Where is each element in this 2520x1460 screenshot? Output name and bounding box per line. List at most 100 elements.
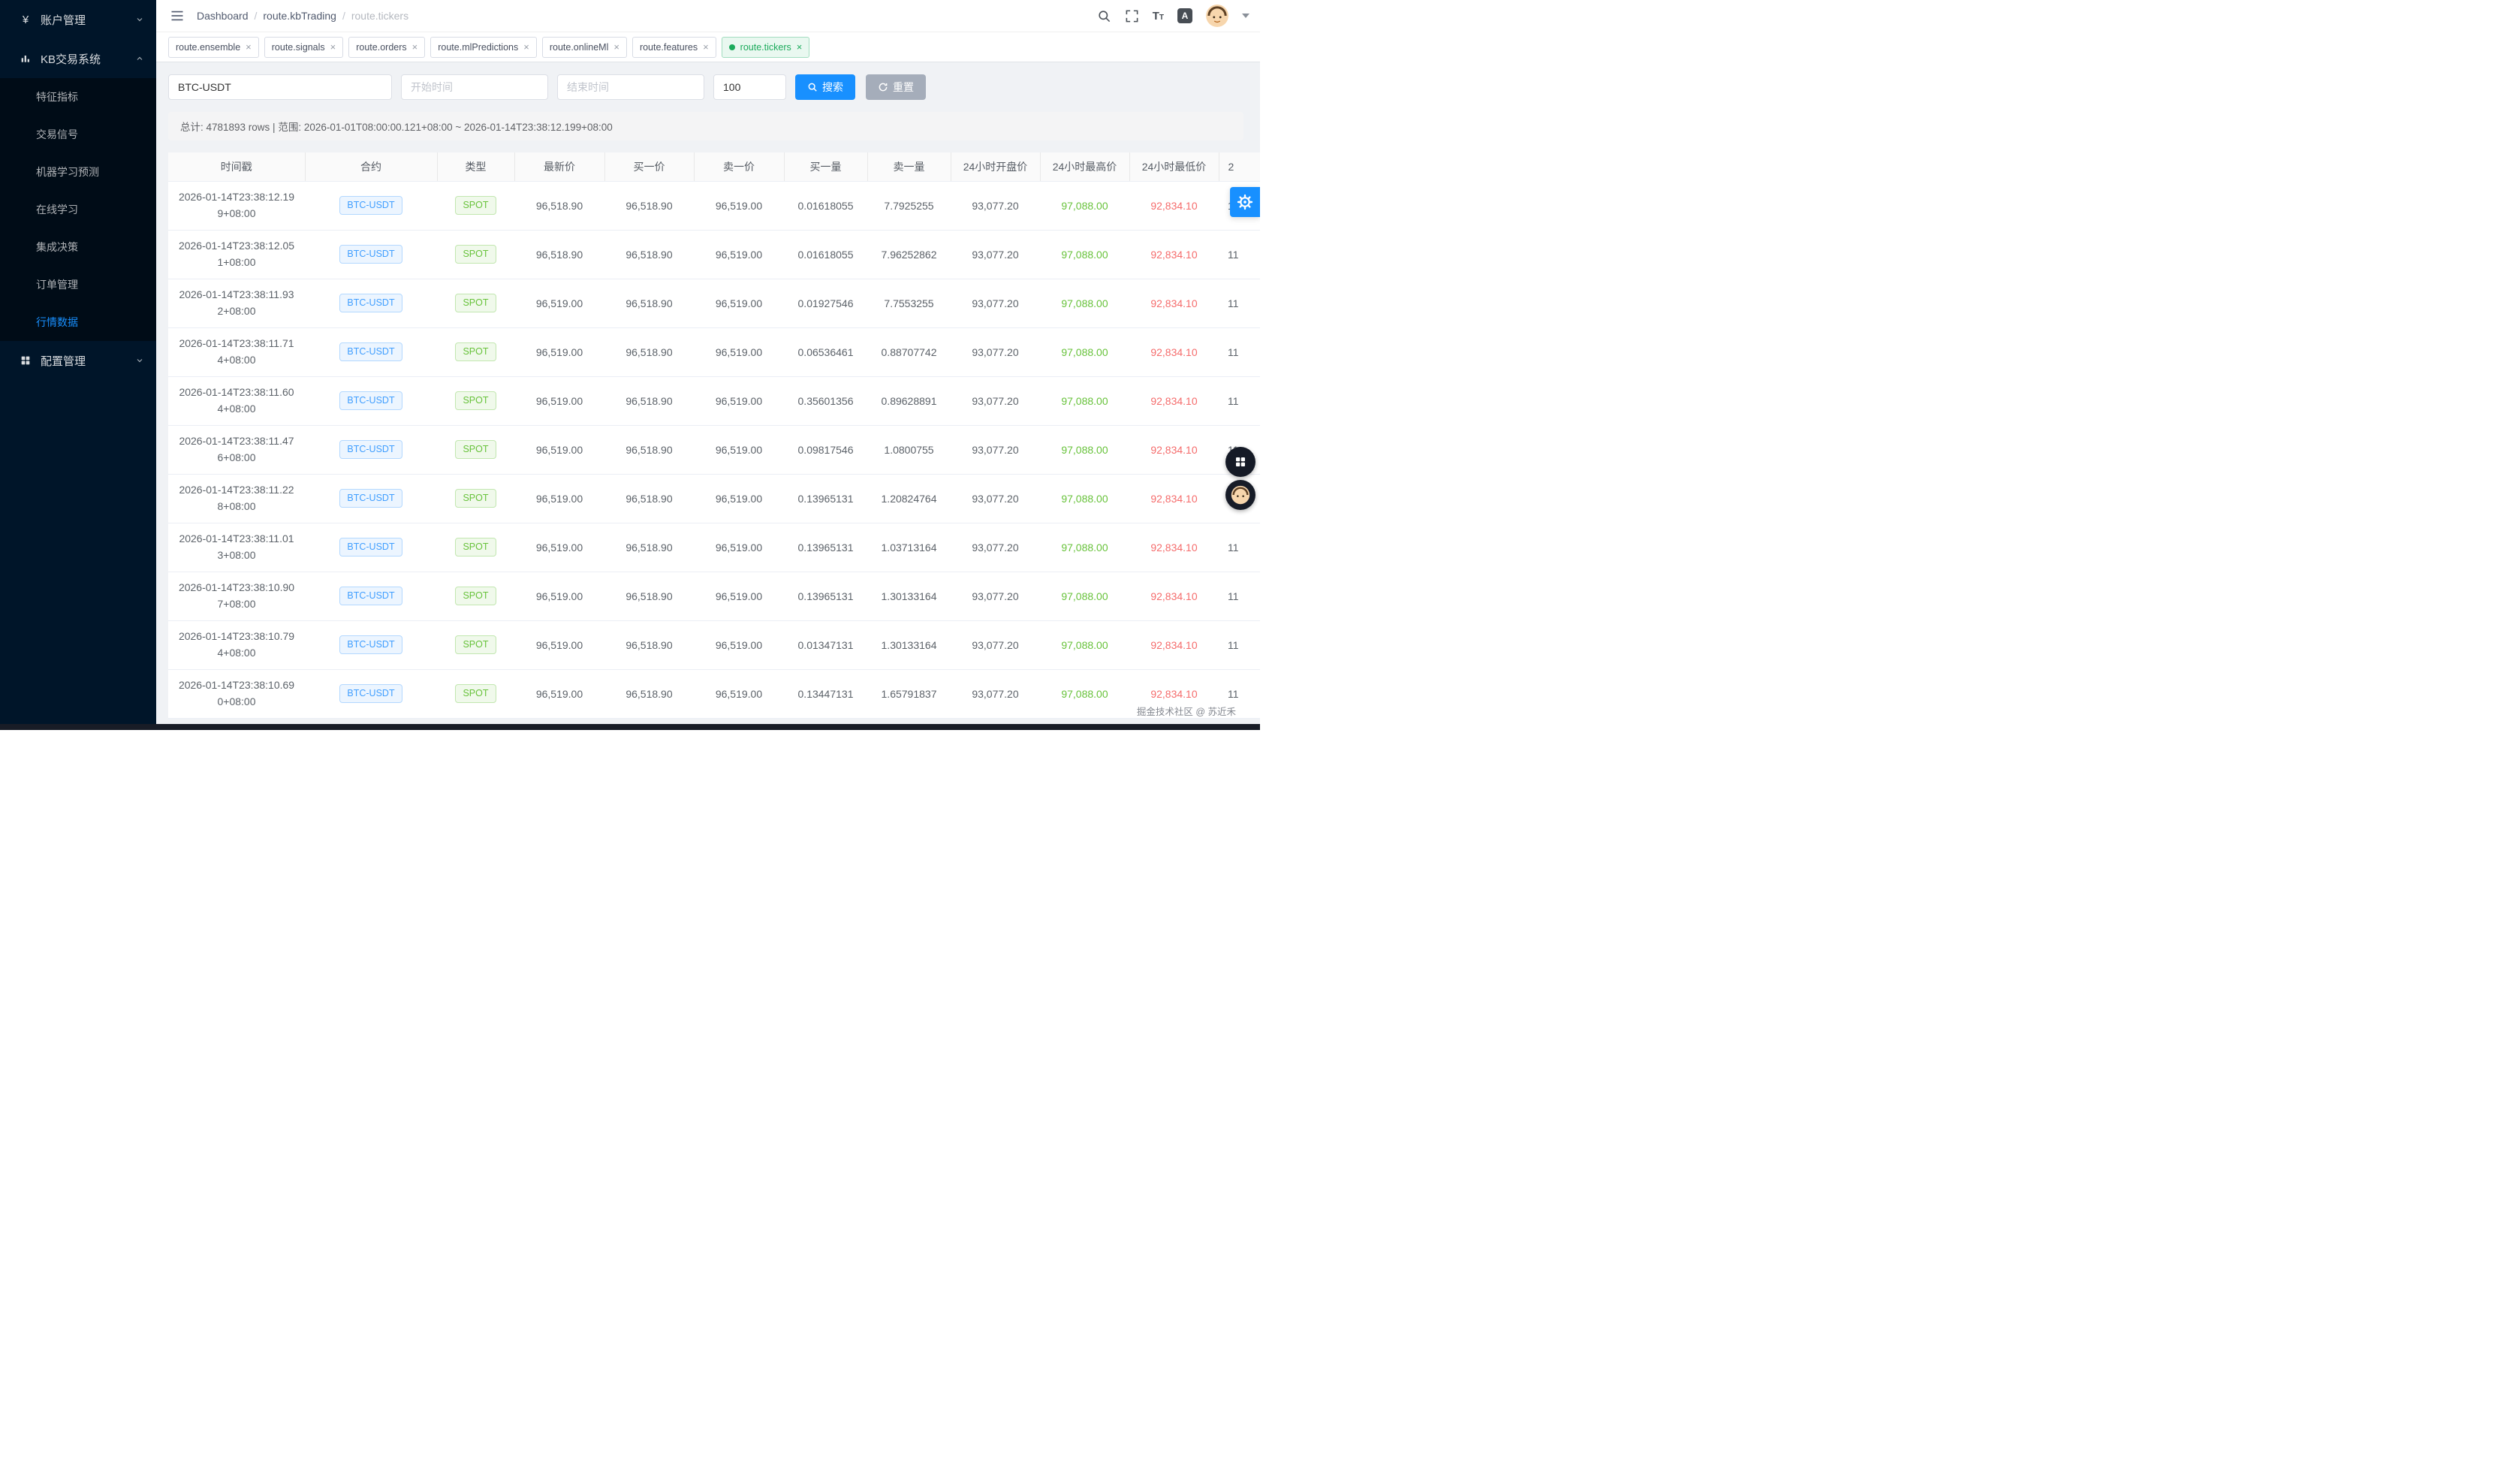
sidebar-item-features[interactable]: 特征指标 [0, 78, 156, 116]
cell-type: SPOT [437, 327, 514, 376]
app-root: ¥ 账户管理 KB交易系统 特征指标 交易信号 机器学习预测 在线学习 集成决策… [0, 0, 1260, 730]
cell-ts: 2026-01-14T23:38:11.932+08:00 [168, 279, 305, 327]
cell-bid: 96,518.90 [604, 181, 694, 230]
cell-low: 92,834.10 [1129, 425, 1219, 474]
timestamp-value: 2026-01-14T23:38:11.476+08:00 [177, 433, 296, 466]
sidebar-item-ml-predictions[interactable]: 机器学习预测 [0, 153, 156, 191]
tab-label: route.features [640, 42, 698, 53]
sidebar-item-ensemble[interactable]: 集成决策 [0, 228, 156, 266]
reset-button[interactable]: 重置 [866, 74, 926, 100]
tab-route-onlineml[interactable]: route.onlineMl× [542, 37, 627, 58]
close-icon[interactable]: × [523, 42, 529, 52]
cell-ts: 2026-01-14T23:38:10.794+08:00 [168, 620, 305, 669]
type-tag: SPOT [455, 587, 496, 605]
breadcrumb-kbtrading[interactable]: route.kbTrading [263, 10, 336, 22]
breadcrumb-dashboard[interactable]: Dashboard [197, 10, 249, 22]
sidebar-item-label: 在线学习 [36, 202, 78, 217]
limit-input[interactable] [713, 74, 786, 100]
close-icon[interactable]: × [797, 42, 803, 52]
cell-bid_qty: 0.13965131 [784, 474, 867, 523]
tab-bar: route.ensemble × route.signals× route.ord… [156, 32, 1260, 62]
cell-contract: BTC-USDT [305, 523, 437, 572]
avatar[interactable] [1206, 5, 1228, 27]
timestamp-value: 2026-01-14T23:38:10.690+08:00 [177, 677, 296, 710]
cell-type: SPOT [437, 279, 514, 327]
table-row: 2026-01-14T23:38:11.013+08:00BTC-USDTSPO… [168, 523, 1260, 572]
tab-route-orders[interactable]: route.orders × [348, 37, 425, 58]
timestamp-value: 2026-01-14T23:38:11.932+08:00 [177, 287, 296, 319]
cell-last: 96,519.00 [514, 572, 604, 620]
cell-last: 96,519.00 [514, 327, 604, 376]
sidebar-item-account[interactable]: ¥ 账户管理 [0, 0, 156, 39]
sidebar-item-label: 配置管理 [41, 353, 135, 369]
tab-route-tickers[interactable]: route.tickers× [722, 37, 810, 58]
sidebar-item-orders[interactable]: 订单管理 [0, 266, 156, 303]
main-area: Dashboard / route.kbTrading / route.tick… [156, 0, 1260, 730]
sidebar-item-label: 交易信号 [36, 127, 78, 142]
type-tag: SPOT [455, 538, 496, 556]
table-header-row: 时间戳 合约 类型 最新价 买一价 卖一价 买一量 卖一量 24小时开盘价 24… [168, 152, 1260, 181]
cell-ask_qty: 7.7925255 [867, 181, 951, 230]
sidebar-item-label: 机器学习预测 [36, 164, 99, 179]
cell-bid: 96,518.90 [604, 425, 694, 474]
col-contract: 合约 [305, 152, 437, 181]
close-icon[interactable]: × [246, 42, 252, 52]
tab-label: route.mlPredictions [438, 42, 518, 53]
end-time-input[interactable] [557, 74, 704, 100]
menu-collapse-icon[interactable] [170, 8, 185, 23]
type-tag: SPOT [455, 294, 496, 312]
contract-tag: BTC-USDT [339, 440, 402, 458]
cell-ask: 96,519.00 [694, 376, 784, 425]
sidebar-item-tickers[interactable]: 行情数据 [0, 303, 156, 341]
tab-label: route.ensemble [176, 42, 240, 53]
table-row: 2026-01-14T23:38:11.476+08:00 BTC-USDT SPO… [168, 425, 1260, 474]
fullscreen-icon[interactable] [1125, 9, 1139, 23]
close-icon[interactable]: × [703, 42, 709, 52]
contract-tag: BTC-USDT [339, 294, 402, 312]
cell-ts: 2026-01-14T23:38:11.714+08:00 [168, 327, 305, 376]
sidebar-item-signals[interactable]: 交易信号 [0, 116, 156, 153]
search-button[interactable]: 搜索 [795, 74, 855, 100]
cell-high: 97,088.00 [1040, 620, 1129, 669]
tab-route-features[interactable]: route.features × [632, 37, 716, 58]
sidebar-item-config[interactable]: 配置管理 [0, 341, 156, 380]
widget-avatar-button[interactable] [1225, 480, 1255, 510]
cell-high: 97,088.00 [1040, 669, 1129, 718]
tab-route-mlpredictions[interactable]: route.mlPredictions × [430, 37, 537, 58]
table-row: 2026-01-14T23:38:10.907+08:00BTC-USDTSPO… [168, 572, 1260, 620]
cell-ask: 96,519.00 [694, 181, 784, 230]
sidebar-item-online-learning[interactable]: 在线学习 [0, 191, 156, 228]
tab-route-signals[interactable]: route.signals× [264, 37, 343, 58]
yen-icon: ¥ [18, 14, 33, 26]
type-tag: SPOT [455, 245, 496, 263]
start-time-input[interactable] [401, 74, 548, 100]
widget-grid-button[interactable] [1225, 447, 1255, 477]
close-icon[interactable]: × [412, 42, 418, 52]
table-row: 2026-01-14T23:38:12.199+08:00BTC-USDTSPO… [168, 181, 1260, 230]
close-icon[interactable]: × [613, 42, 619, 52]
search-icon[interactable] [1097, 9, 1111, 23]
chevron-down-icon[interactable] [1242, 14, 1249, 18]
language-icon[interactable]: A [1177, 8, 1192, 23]
contract-tag: BTC-USDT [339, 196, 402, 214]
cell-ask: 96,519.00 [694, 279, 784, 327]
settings-drawer-button[interactable] [1230, 187, 1260, 217]
cell-contract: BTC-USDT [305, 620, 437, 669]
tab-route-ensemble[interactable]: route.ensemble × [168, 37, 259, 58]
type-tag: SPOT [455, 489, 496, 507]
symbol-input[interactable] [168, 74, 392, 100]
cell-bid: 96,518.90 [604, 474, 694, 523]
table-row: 2026-01-14T23:38:10.690+08:00BTC-USDTSPO… [168, 669, 1260, 718]
cell-contract: BTC-USDT [305, 669, 437, 718]
tab-label: route.orders [356, 42, 406, 53]
table-row: 2026-01-14T23:38:11.228+08:00BTC-USDTSPO… [168, 474, 1260, 523]
font-size-icon[interactable]: TT [1153, 11, 1164, 22]
sidebar-item-kbtrading[interactable]: KB交易系统 [0, 39, 156, 78]
close-icon[interactable]: × [330, 42, 336, 52]
cell-type: SPOT [437, 425, 514, 474]
cell-vol: 11 [1219, 523, 1260, 572]
grid-icon [1234, 455, 1247, 469]
type-tag: SPOT [455, 196, 496, 214]
horizontal-scrollbar[interactable] [0, 724, 1260, 730]
grid-icon [18, 354, 33, 367]
